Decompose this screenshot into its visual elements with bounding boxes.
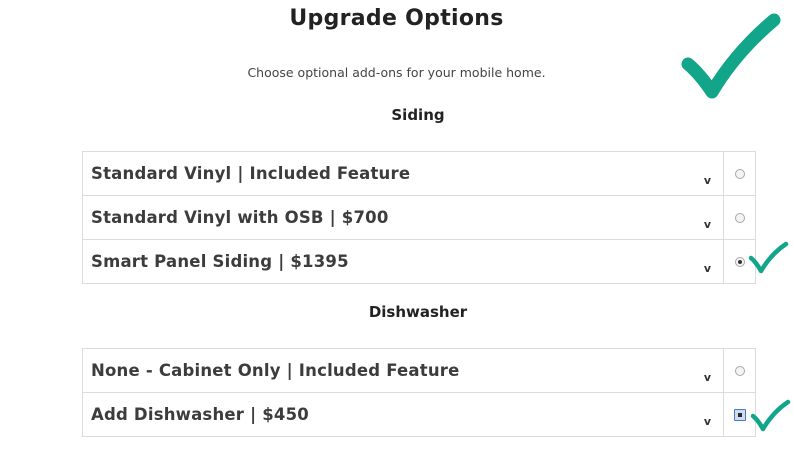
radio-standard-vinyl[interactable] bbox=[734, 168, 745, 179]
chevron-down-icon[interactable]: v bbox=[704, 416, 711, 427]
option-label: Add Dishwasher | $450 bbox=[91, 405, 309, 424]
option-main: Standard Vinyl with OSB | $700 v bbox=[83, 196, 723, 239]
dishwasher-options: None - Cabinet Only | Included Feature v… bbox=[82, 348, 756, 437]
radio-smart-panel-siding[interactable] bbox=[734, 256, 745, 267]
option-label: None - Cabinet Only | Included Feature bbox=[91, 361, 460, 380]
siding-options: Standard Vinyl | Included Feature v Stan… bbox=[82, 151, 756, 284]
option-main: Add Dishwasher | $450 v bbox=[83, 393, 723, 436]
radio-standard-vinyl-osb[interactable] bbox=[734, 212, 745, 223]
checkbox-add-dishwasher[interactable] bbox=[733, 408, 746, 421]
radio-cell bbox=[723, 349, 755, 392]
option-smart-panel-siding[interactable]: Smart Panel Siding | $1395 v bbox=[83, 240, 755, 283]
chevron-down-icon[interactable]: v bbox=[704, 219, 711, 230]
radio-cell bbox=[723, 196, 755, 239]
radio-cabinet-only[interactable] bbox=[734, 365, 745, 376]
option-main: None - Cabinet Only | Included Feature v bbox=[83, 349, 723, 392]
option-main: Standard Vinyl | Included Feature v bbox=[83, 152, 723, 195]
option-add-dishwasher[interactable]: Add Dishwasher | $450 v bbox=[83, 393, 755, 436]
section-title-siding: Siding bbox=[391, 106, 445, 124]
radio-cell bbox=[723, 152, 755, 195]
option-main: Smart Panel Siding | $1395 v bbox=[83, 240, 723, 283]
page-subtitle: Choose optional add-ons for your mobile … bbox=[247, 65, 546, 80]
selected-check-icon bbox=[748, 241, 789, 274]
large-check-icon bbox=[681, 13, 781, 99]
chevron-down-icon[interactable]: v bbox=[704, 372, 711, 383]
chevron-down-icon[interactable]: v bbox=[704, 263, 711, 274]
page-title: Upgrade Options bbox=[289, 6, 504, 31]
section-title-dishwasher: Dishwasher bbox=[368, 303, 468, 321]
option-standard-vinyl-osb[interactable]: Standard Vinyl with OSB | $700 v bbox=[83, 196, 755, 240]
option-label: Standard Vinyl | Included Feature bbox=[91, 164, 411, 183]
option-standard-vinyl[interactable]: Standard Vinyl | Included Feature v bbox=[83, 152, 755, 196]
option-label: Standard Vinyl with OSB | $700 bbox=[91, 208, 389, 227]
chevron-down-icon[interactable]: v bbox=[704, 175, 711, 186]
selected-check-icon bbox=[750, 399, 791, 432]
option-cabinet-only[interactable]: None - Cabinet Only | Included Feature v bbox=[83, 349, 755, 393]
option-label: Smart Panel Siding | $1395 bbox=[91, 252, 349, 271]
